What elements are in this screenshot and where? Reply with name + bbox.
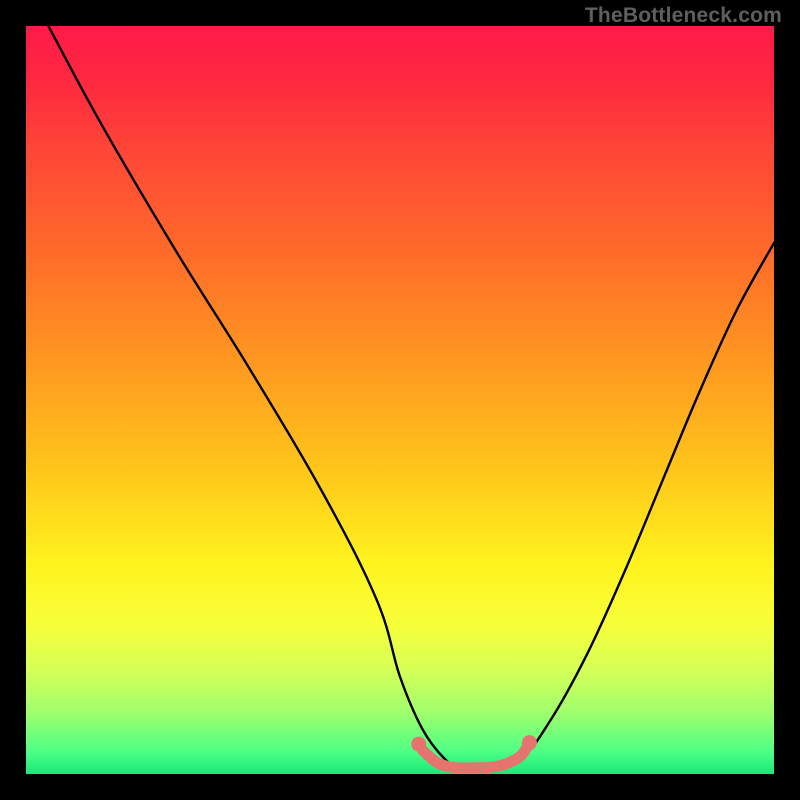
chart-svg (26, 26, 774, 774)
watermark-text: TheBottleneck.com (585, 4, 782, 28)
highlight-dot (411, 737, 426, 752)
bottleneck-curve (48, 26, 774, 768)
plot-area (26, 26, 774, 774)
highlight-dot (522, 735, 537, 750)
chart-stage: TheBottleneck.com (0, 0, 800, 800)
